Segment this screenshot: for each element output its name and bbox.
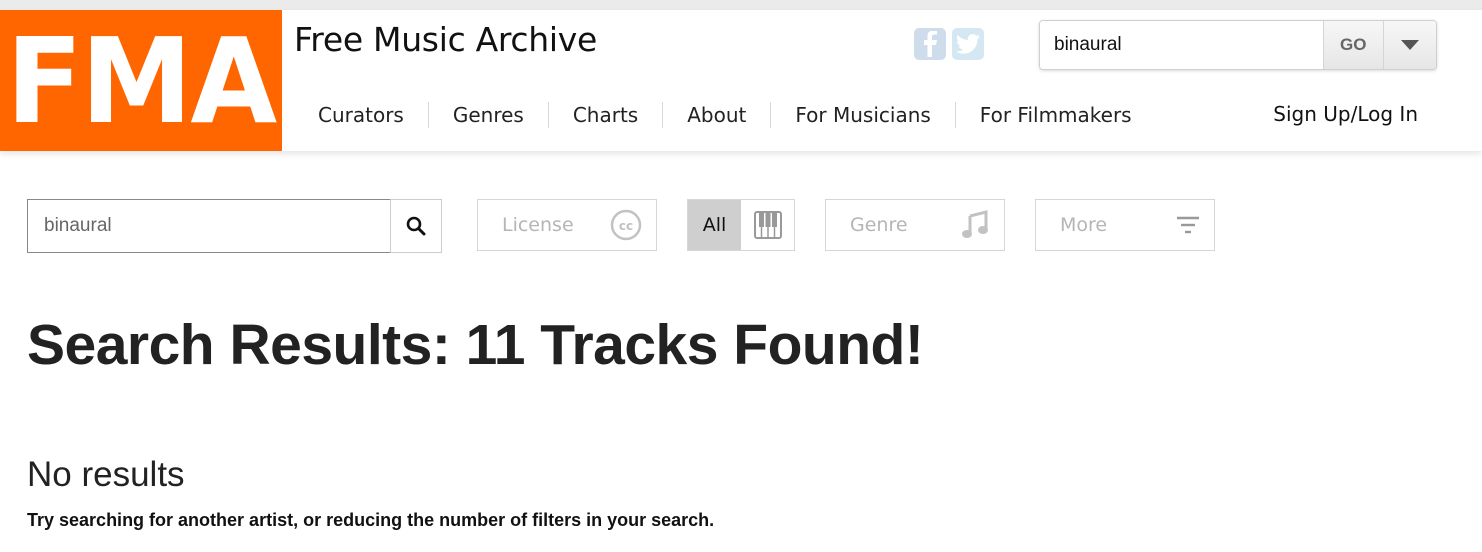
go-button[interactable]: GO xyxy=(1322,21,1383,69)
more-filter[interactable]: More xyxy=(1035,199,1215,251)
header-search: GO xyxy=(1039,20,1437,70)
genre-label: Genre xyxy=(850,214,908,236)
svg-text:cc: cc xyxy=(619,219,633,233)
nav-genres[interactable]: Genres xyxy=(427,102,548,128)
track-search-input[interactable] xyxy=(28,215,390,237)
filter-lines-icon xyxy=(1177,216,1199,234)
music-note-icon xyxy=(962,210,988,238)
magnifier-icon xyxy=(406,216,426,236)
caret-down-icon[interactable] xyxy=(1382,21,1436,69)
site-header: FMA Free Music Archive GO Curators Genre… xyxy=(0,10,1482,151)
piano-icon[interactable] xyxy=(741,200,794,250)
top-strip xyxy=(0,0,1482,10)
main-nav: Curators Genres Charts About For Musicia… xyxy=(294,102,1156,128)
license-filter[interactable]: License cc xyxy=(477,199,657,251)
more-label: More xyxy=(1060,214,1108,236)
no-results-title: No results xyxy=(27,455,185,494)
no-results-hint: Try searching for another artist, or red… xyxy=(27,510,715,530)
signup-login-link[interactable]: Sign Up/Log In xyxy=(1273,102,1418,126)
cc-icon: cc xyxy=(610,209,642,241)
all-toggle[interactable]: All xyxy=(688,200,741,250)
facebook-icon[interactable] xyxy=(914,28,946,60)
site-title[interactable]: Free Music Archive xyxy=(294,20,597,59)
format-filter: All xyxy=(687,199,795,251)
nav-about[interactable]: About xyxy=(662,102,770,128)
search-button[interactable] xyxy=(390,199,442,253)
header-search-input[interactable] xyxy=(1040,21,1323,69)
social-links xyxy=(914,28,984,60)
genre-filter[interactable]: Genre xyxy=(825,199,1005,251)
nav-curators[interactable]: Curators xyxy=(294,102,428,128)
logo-text: FMA xyxy=(6,11,277,150)
fma-logo[interactable]: FMA xyxy=(0,10,282,151)
license-label: License xyxy=(502,214,574,236)
results-heading: Search Results: 11 Tracks Found! xyxy=(27,313,924,377)
nav-for-filmmakers[interactable]: For Filmmakers xyxy=(954,102,1156,128)
twitter-icon[interactable] xyxy=(952,28,984,60)
nav-for-musicians[interactable]: For Musicians xyxy=(770,102,954,128)
nav-charts[interactable]: Charts xyxy=(547,102,662,128)
track-search xyxy=(27,199,391,253)
